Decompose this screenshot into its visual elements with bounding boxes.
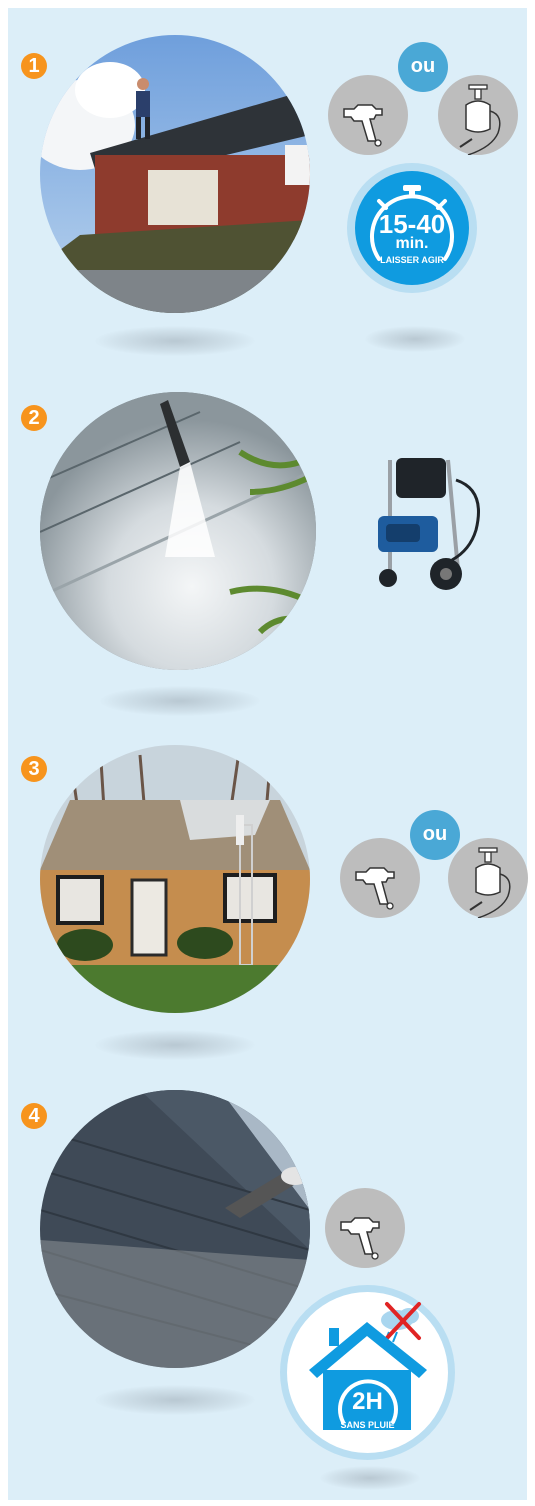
spray-gun-icon (343, 104, 383, 147)
rain-hours: 2H (352, 1388, 383, 1415)
step-4-photo-shadow (95, 1385, 255, 1415)
pressure-sprayer-icon (459, 84, 501, 155)
step-3-tool-a (340, 838, 420, 918)
timer-unit: min. (395, 235, 429, 252)
timer-caption: LAISSER AGIR (380, 255, 444, 265)
spray-gun-icon (355, 867, 395, 910)
step-1-tool-b (438, 75, 518, 155)
step-2-photo-shadow (100, 686, 260, 716)
pressure-washer-icon (378, 458, 480, 590)
step-4-tool (325, 1188, 405, 1268)
step-1-timer-shadow (365, 326, 465, 352)
step-1-timer-badge: 15-40 min. LAISSER AGIR (355, 171, 469, 285)
step-1-photo-shadow (95, 326, 255, 356)
step-4-number: 4 (21, 1103, 47, 1129)
step-2-photo-pressure-washing (40, 392, 316, 670)
step-3-photo-house-spraying (40, 745, 310, 1013)
step-3-tool-b (448, 838, 528, 918)
rain-caption: SANS PLUIE (340, 1420, 395, 1430)
pressure-sprayer-icon (469, 847, 511, 918)
step-3-number: 3 (21, 756, 47, 782)
step-2-tool (360, 450, 490, 600)
step-1-number: 1 (21, 53, 47, 79)
step-4-no-rain-badge: 2H SANS PLUIE (287, 1292, 448, 1453)
step-1-tool-a (328, 75, 408, 155)
step-1-photo-roof-treatment (40, 35, 310, 313)
step-4-badge-shadow (320, 1466, 420, 1490)
step-4-photo-roof-spray (40, 1090, 310, 1368)
step-2-number: 2 (21, 405, 47, 431)
spray-gun-icon (340, 1217, 380, 1260)
step-3-photo-shadow (95, 1030, 255, 1060)
